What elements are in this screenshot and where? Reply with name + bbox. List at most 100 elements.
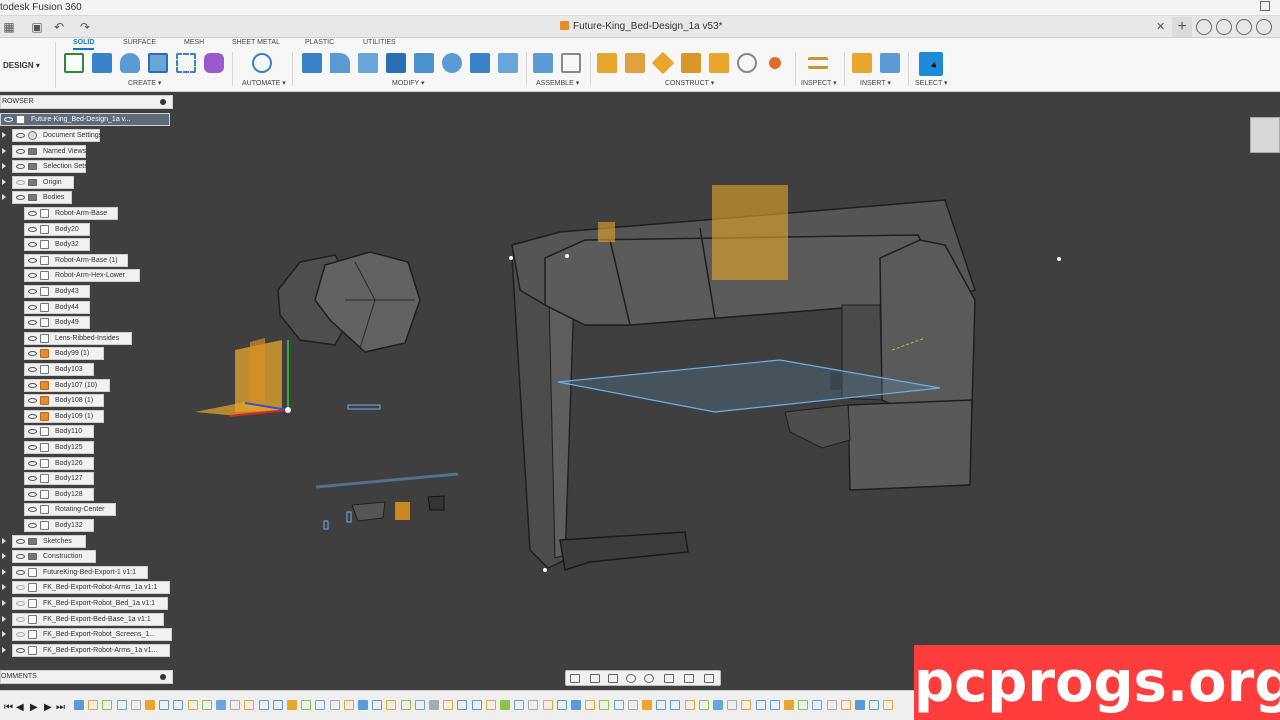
plane-at-angle-icon[interactable] xyxy=(625,53,645,73)
visibility-eye-icon[interactable] xyxy=(28,413,37,419)
timeline-feature-icon[interactable] xyxy=(429,700,439,710)
timeline-feature-icon[interactable] xyxy=(698,700,709,710)
point-icon[interactable] xyxy=(769,57,781,69)
timeline-feature-icon[interactable] xyxy=(386,700,397,710)
group-select[interactable]: SELECT ▾ xyxy=(915,79,948,87)
timeline-feature-icon[interactable] xyxy=(216,700,226,710)
timeline-feature-icon[interactable] xyxy=(400,700,411,710)
timeline-feature-icon[interactable] xyxy=(755,700,766,710)
pattern-icon[interactable] xyxy=(176,53,196,73)
tab-utilities[interactable]: UTILITIES xyxy=(363,39,396,46)
timeline-feature-icon[interactable] xyxy=(741,700,752,710)
timeline-start-icon[interactable]: ⏮ xyxy=(4,703,13,713)
sketch-profile[interactable] xyxy=(323,520,329,530)
browser-item[interactable]: Robot-Arm-Hex-Lower xyxy=(24,269,140,283)
timeline-feature-icon[interactable] xyxy=(812,700,823,710)
group-insert[interactable]: INSERT ▾ xyxy=(860,79,891,87)
timeline-feature-icon[interactable] xyxy=(585,700,596,710)
group-inspect[interactable]: INSPECT ▾ xyxy=(801,79,837,87)
expand-arrow-icon[interactable] xyxy=(2,163,6,170)
visibility-eye-icon[interactable] xyxy=(28,367,37,372)
expand-arrow-icon[interactable] xyxy=(2,178,6,185)
redo-icon[interactable]: ↷ xyxy=(78,20,92,34)
browser-item[interactable]: Body49 xyxy=(24,316,90,330)
timeline-feature-icon[interactable] xyxy=(102,700,113,710)
visibility-eye-icon[interactable] xyxy=(16,179,25,185)
timeline-feature-icon[interactable] xyxy=(500,700,510,710)
select-tool-button[interactable] xyxy=(919,52,943,76)
timeline-feature-icon[interactable] xyxy=(642,700,652,710)
browser-item[interactable]: Body126 xyxy=(24,456,94,470)
expand-arrow-icon[interactable] xyxy=(2,553,6,560)
vertex-point[interactable] xyxy=(1057,257,1061,261)
view-cube[interactable] xyxy=(1250,117,1280,153)
timeline-feature-icon[interactable] xyxy=(244,700,255,710)
visibility-eye-icon[interactable] xyxy=(28,460,37,466)
extensions-icon[interactable] xyxy=(1196,19,1212,35)
timeline-feature-icon[interactable] xyxy=(528,700,539,710)
sketch-line[interactable] xyxy=(315,472,459,489)
timeline-feature-icon[interactable] xyxy=(187,700,198,710)
browser-root[interactable]: Future-King_Bed-Design_1a v... xyxy=(0,113,170,126)
browser-item[interactable]: FK_Bed-Export-Robot_Bed_1a v1:1 xyxy=(12,597,168,610)
job-status-icon[interactable] xyxy=(1216,19,1232,35)
tab-plastic[interactable]: PLASTIC xyxy=(305,39,334,46)
browser-item[interactable]: Document Settings xyxy=(12,129,102,142)
timeline-feature-icon[interactable] xyxy=(798,700,809,710)
group-assemble[interactable]: ASSEMBLE ▾ xyxy=(536,79,579,87)
timeline-feature-icon[interactable] xyxy=(556,700,567,710)
timeline-feature-icon[interactable] xyxy=(130,700,141,710)
timeline-feature-icon[interactable] xyxy=(514,700,525,710)
origin-plane[interactable] xyxy=(250,338,265,410)
combine-icon[interactable] xyxy=(414,53,434,73)
timeline-feature-icon[interactable] xyxy=(272,700,283,710)
browser-item[interactable]: Construction xyxy=(12,550,96,564)
visibility-eye-icon[interactable] xyxy=(28,476,37,482)
group-modify[interactable]: MODIFY ▾ xyxy=(392,79,425,87)
tab-mesh[interactable]: MESH xyxy=(184,39,204,46)
browser-item[interactable]: Selection Sets xyxy=(12,160,88,174)
timeline-feature-icon[interactable] xyxy=(287,700,297,710)
look-at-icon[interactable] xyxy=(590,674,600,683)
insert-canvas-icon[interactable] xyxy=(880,53,900,73)
timeline-feature-icon[interactable] xyxy=(230,700,241,710)
visibility-eye-icon[interactable] xyxy=(28,211,37,216)
small-plane[interactable] xyxy=(395,502,410,520)
timeline-feature-icon[interactable] xyxy=(301,700,312,710)
timeline-feature-icon[interactable] xyxy=(656,700,667,710)
timeline-feature-icon[interactable] xyxy=(201,700,212,710)
timeline-feature-icon[interactable] xyxy=(173,700,184,710)
browser-item[interactable]: Body127 xyxy=(24,472,94,486)
expand-arrow-icon[interactable] xyxy=(2,132,6,138)
sketch-profile[interactable] xyxy=(346,511,352,523)
visibility-eye-icon[interactable] xyxy=(28,382,37,388)
visibility-eye-icon[interactable] xyxy=(16,133,25,138)
create-sketch-icon[interactable] xyxy=(64,53,84,73)
timeline-feature-icon[interactable] xyxy=(485,700,496,710)
timeline-feature-icon[interactable] xyxy=(542,700,553,710)
browser-options-icon[interactable] xyxy=(160,99,166,105)
timeline-feature-icon[interactable] xyxy=(883,700,894,710)
browser-item[interactable]: Body44 xyxy=(24,300,90,314)
timeline-feature-icon[interactable] xyxy=(713,700,723,710)
viewports-icon[interactable] xyxy=(704,674,714,683)
timeline-forward-icon[interactable]: ▶ xyxy=(44,703,52,713)
timeline-feature-icon[interactable] xyxy=(670,700,681,710)
timeline-feature-icon[interactable] xyxy=(88,700,99,710)
origin-point[interactable] xyxy=(285,407,291,413)
model-canvas[interactable] xyxy=(0,92,1280,720)
visibility-eye-icon[interactable] xyxy=(28,398,37,404)
browser-item[interactable]: FK_Bed-Export-Robot-Arms_1a v1:1 xyxy=(12,581,170,595)
timeline-feature-icon[interactable] xyxy=(414,700,425,710)
timeline-feature-icon[interactable] xyxy=(784,700,794,710)
move-copy-icon[interactable] xyxy=(498,53,518,73)
comments-options-icon[interactable] xyxy=(160,674,166,680)
grid-settings-icon[interactable] xyxy=(684,674,694,683)
shell-icon[interactable] xyxy=(386,53,406,73)
tangent-plane-icon[interactable] xyxy=(651,51,675,75)
browser-item[interactable]: Bodies xyxy=(12,191,72,205)
visibility-eye-icon[interactable] xyxy=(28,445,37,450)
extrude-icon[interactable] xyxy=(92,53,112,73)
browser-item[interactable]: Body110 xyxy=(24,425,94,439)
workspace-switcher[interactable]: DESIGN ▾ xyxy=(0,42,56,88)
